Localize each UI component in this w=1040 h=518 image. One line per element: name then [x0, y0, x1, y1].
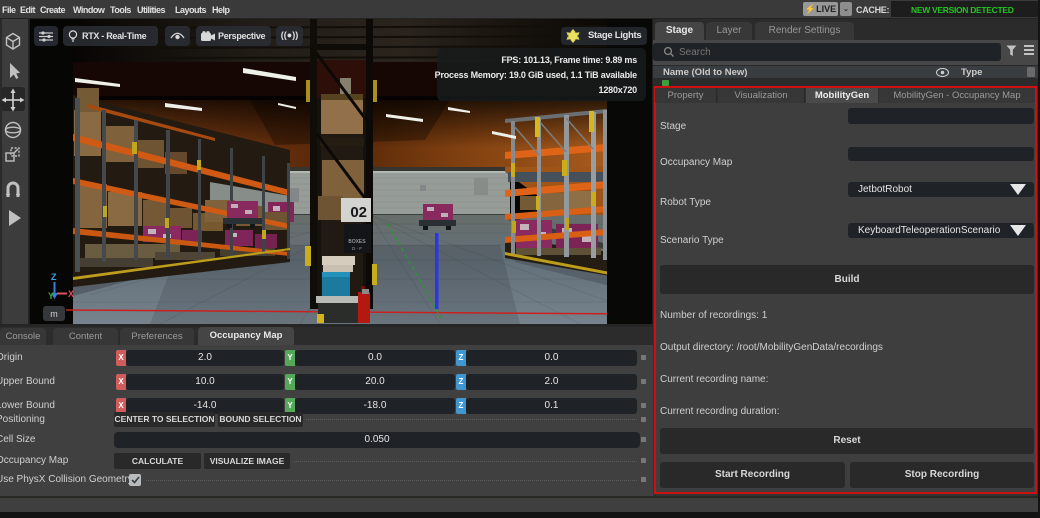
svg-text:m: m: [50, 309, 58, 319]
svg-text:02: 02: [350, 204, 367, 221]
svg-text:BOXES: BOXES: [348, 239, 366, 245]
svg-text:D - F: D - F: [352, 246, 362, 251]
svg-text:Y: Y: [48, 291, 54, 301]
svg-text:Z: Z: [51, 272, 57, 282]
svg-text:X: X: [68, 289, 74, 299]
